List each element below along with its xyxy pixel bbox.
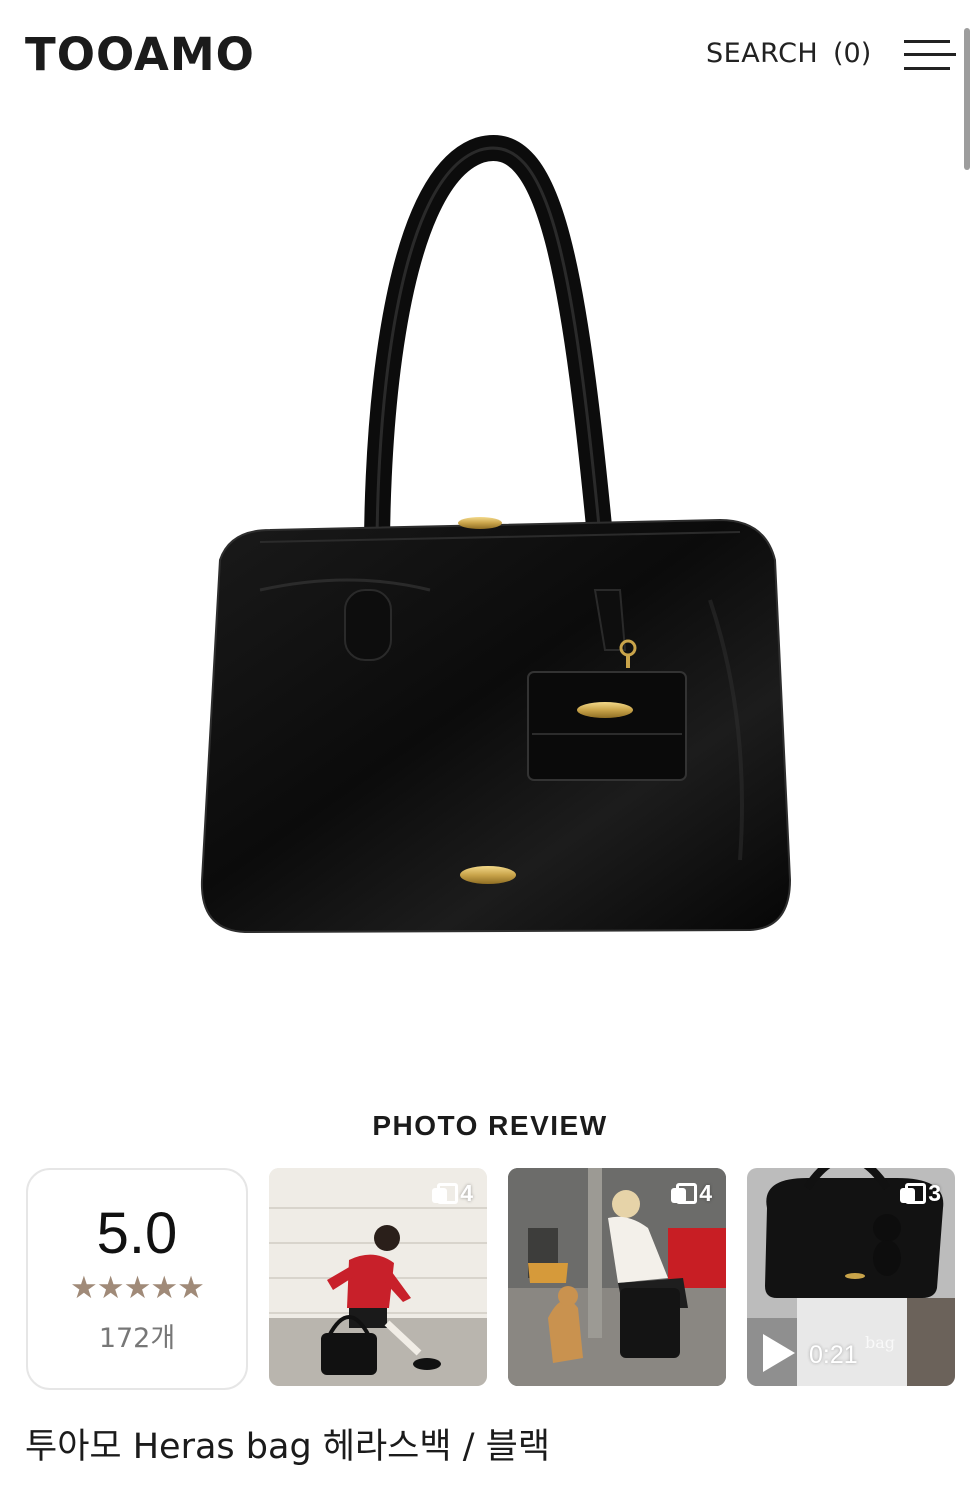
photo-review-heading: PHOTO REVIEW — [372, 1110, 608, 1141]
brand-logo[interactable]: TOOAMO — [25, 28, 255, 81]
review-count: 172개 — [98, 1323, 176, 1354]
rating-summary-card[interactable]: 5.0 ★★★★★ 172개 — [26, 1168, 248, 1390]
multiple-photos-icon — [432, 1182, 459, 1205]
page-scrollbar[interactable] — [964, 28, 970, 170]
video-duration: 0:21 — [809, 1341, 858, 1369]
video-watermark-text: bag — [865, 1333, 896, 1352]
photo-count: 4 — [460, 1180, 473, 1206]
black-shoulder-bag-illustration — [200, 135, 792, 934]
site-header: TOOAMO SEARCH (0) — [0, 0, 980, 110]
review-thumbnail[interactable]: 4 — [269, 1168, 487, 1386]
product-title: 투아모 Heras bag 헤라스백 / 블랙 — [25, 1427, 551, 1467]
review-video-thumbnail[interactable]: 3 0:21 bag — [747, 1168, 955, 1386]
multiple-photos-icon — [900, 1182, 927, 1205]
rating-stars-icon: ★★★★★ — [70, 1270, 205, 1305]
photo-count-badge: 4 — [432, 1180, 473, 1207]
search-link[interactable]: SEARCH — [706, 38, 818, 69]
photo-count-badge: 3 — [900, 1180, 941, 1207]
play-icon[interactable] — [763, 1334, 795, 1372]
photo-count: 4 — [699, 1180, 712, 1206]
hamburger-menu-icon[interactable] — [904, 38, 956, 74]
multiple-photos-icon — [671, 1182, 698, 1205]
photo-count-badge: 4 — [671, 1180, 712, 1207]
cart-link[interactable]: (0) — [833, 38, 871, 69]
review-thumbnail[interactable]: 4 — [508, 1168, 726, 1386]
rating-score: 5.0 — [96, 1201, 178, 1266]
photo-count: 3 — [928, 1180, 941, 1206]
product-hero-image — [150, 120, 830, 1000]
